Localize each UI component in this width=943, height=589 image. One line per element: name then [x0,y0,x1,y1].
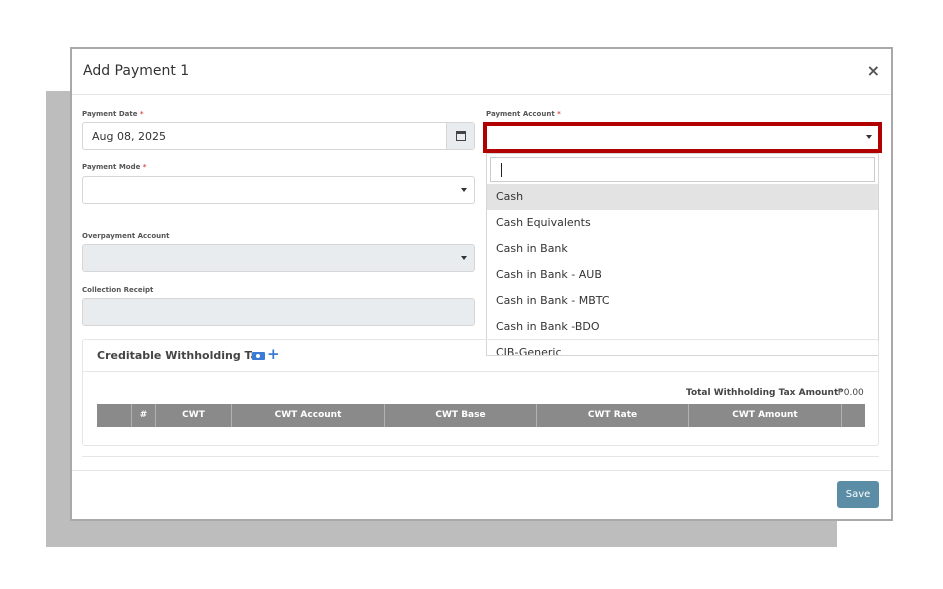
column-header-cwt-account: CWT Account [231,404,384,427]
save-button[interactable]: Save [837,481,879,508]
cwt-title: Creditable Withholding Tax [97,349,266,362]
column-header [97,404,131,427]
total-withholding-value: ₱0.00 [838,388,864,398]
dropdown-search-input[interactable] [490,157,875,182]
modal-title: Add Payment 1 [83,63,190,79]
dropdown-option-cash-in-bank[interactable]: Cash in Bank [487,236,878,262]
section-divider [82,456,879,457]
footer-divider [72,470,891,471]
payment-date-label: Payment Date * [82,110,144,118]
dropdown-option-cash-in-bank-mbtc[interactable]: Cash in Bank - MBTC [487,288,878,314]
money-icon[interactable] [252,352,265,360]
payment-account-select[interactable] [483,122,882,153]
payment-date-input[interactable]: Aug 08, 2025 [82,122,475,150]
modal-header: Add Payment 1 × [72,49,891,95]
dropdown-option-cash-in-bank-bdo[interactable]: Cash in Bank -BDO [487,314,878,340]
close-icon[interactable]: × [867,61,880,80]
payment-mode-select[interactable] [82,176,475,204]
overpayment-account-label: Overpayment Account [82,232,170,240]
column-header-number: # [131,404,155,427]
calendar-button[interactable] [446,123,474,149]
column-header-cwt-base: CWT Base [384,404,536,427]
column-header-actions [841,404,865,427]
payment-account-label: Payment Account * [486,110,561,118]
payment-account-dropdown: Cash Cash Equivalents Cash in Bank Cash … [486,153,879,356]
column-header-cwt: CWT [155,404,231,427]
text-cursor [501,163,502,177]
column-header-cwt-amount: CWT Amount [688,404,841,427]
calendar-icon [456,131,466,141]
plus-icon[interactable]: + [267,345,280,363]
collection-receipt-label: Collection Receipt [82,286,154,294]
cwt-panel: Creditable Withholding Tax + Total Withh… [82,339,879,446]
total-withholding-label: Total Withholding Tax Amount [686,388,839,398]
payment-mode-label: Payment Mode * [82,163,147,171]
cwt-table-header: # CWT CWT Account CWT Base CWT Rate CWT … [97,404,865,427]
dropdown-option-cash-equivalents[interactable]: Cash Equivalents [487,210,878,236]
dropdown-option-cash-in-bank-aub[interactable]: Cash in Bank - AUB [487,262,878,288]
chevron-down-icon [461,188,467,192]
collection-receipt-input [82,298,475,326]
dropdown-option-cash[interactable]: Cash [487,184,878,210]
chevron-down-icon [461,256,467,260]
cwt-panel-header: Creditable Withholding Tax + [83,340,878,372]
overpayment-account-select [82,244,475,272]
chevron-down-icon [866,135,872,139]
column-header-cwt-rate: CWT Rate [536,404,688,427]
